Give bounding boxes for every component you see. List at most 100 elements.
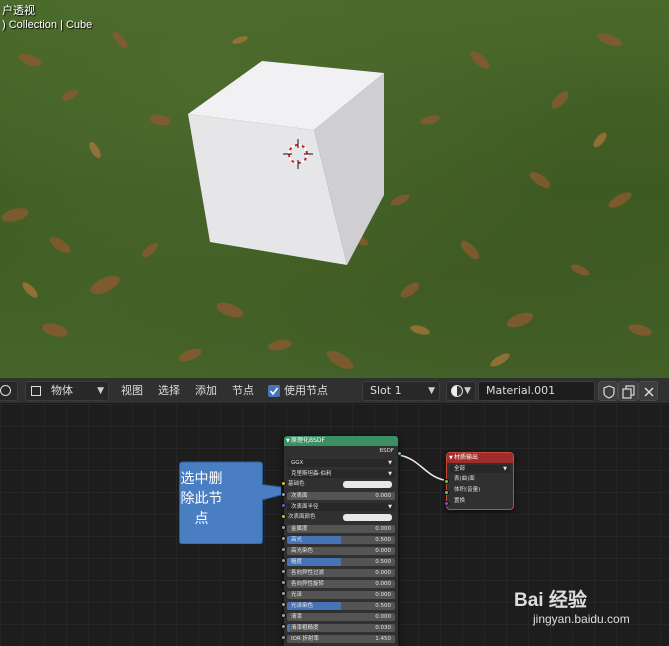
row-value: 0.000 (375, 525, 391, 532)
subsurface-method-select[interactable]: 克里斯坦森-伯利 ▼ (287, 469, 395, 478)
row-label: 高光 (291, 536, 303, 543)
base-color-row: 基础色 (284, 479, 398, 490)
row-label: 高光染色 (291, 547, 314, 554)
menu-add[interactable]: 添加 (195, 381, 217, 401)
surface-input-socket[interactable] (443, 478, 449, 484)
slider-field[interactable]: 高光染色 0.000 (287, 546, 395, 555)
volume-label: 体积(音量) (454, 487, 481, 493)
displacement-input-row: 置换 (447, 496, 513, 507)
chevron-down-icon: ▼ (503, 465, 507, 472)
viewport-collection-label: ) Collection | Cube (2, 19, 93, 31)
material-output-node[interactable]: ▼ 材质输出 全部 ▼ 表(曲)面 体积(音量) 置换 (446, 452, 514, 510)
distribution-select[interactable]: GGX ▼ (287, 458, 395, 467)
copy-icon (622, 385, 635, 399)
input-socket[interactable] (280, 613, 286, 618)
duplicate-material-button[interactable] (618, 381, 638, 401)
input-socket[interactable] (280, 580, 286, 585)
slider-field[interactable]: 次表面 0.000 (287, 491, 395, 500)
slider-field[interactable]: 清漆粗糙度 0.030 (287, 623, 395, 632)
target-select[interactable]: 全部 ▼ (450, 464, 510, 473)
slider-field[interactable]: 光泽染色 0.500 (287, 601, 395, 610)
bsdf-input-row: 糙度 0.500 (284, 556, 398, 567)
slider-field[interactable]: 各向异性旋转 0.000 (287, 579, 395, 588)
callout-text: 选中删 除此节 点 (161, 469, 242, 529)
slider-field[interactable]: IOR 折射率 1.450 (287, 634, 395, 643)
input-socket[interactable] (280, 514, 286, 519)
bsdf-input-row: 次表面颜色 (284, 512, 398, 523)
input-socket[interactable] (280, 635, 286, 640)
shield-icon (603, 385, 615, 399)
slider-field[interactable]: 各向异性过滤 0.000 (287, 568, 395, 577)
slider-fill (287, 623, 291, 632)
row-label: 光泽染色 (291, 602, 314, 609)
volume-input-socket[interactable] (443, 489, 449, 495)
callout-line: 除此节 (180, 491, 223, 507)
slider-field[interactable]: 清漆 0.000 (287, 612, 395, 621)
bsdf-output-socket[interactable] (396, 450, 402, 456)
node-header[interactable]: ▼ 材质输出 (447, 453, 513, 463)
input-socket[interactable] (280, 547, 286, 552)
bsdf-input-row: 清漆粗糙度 0.030 (284, 622, 398, 633)
row-label: 金属度 (291, 525, 308, 532)
bsdf-output-row: BSDF (284, 446, 398, 457)
input-socket[interactable] (280, 624, 286, 629)
volume-input-row: 体积(音量) (447, 485, 513, 496)
bsdf-input-row: 次表面半径 ▼ (284, 501, 398, 512)
material-name-field[interactable]: Material.001 (478, 381, 595, 401)
row-label: IOR 折射率 (291, 635, 320, 642)
watermark-url: jingyan.baidu.com (533, 612, 630, 626)
input-socket[interactable] (280, 558, 286, 563)
slider-field[interactable]: 糙度 0.500 (287, 557, 395, 566)
row-label: 各向异性过滤 (291, 569, 325, 576)
slider-field[interactable]: 光泽 0.000 (287, 590, 395, 599)
bsdf-input-row: 光泽染色 0.500 (284, 600, 398, 611)
input-socket[interactable] (280, 569, 286, 574)
collapse-arrow-icon[interactable]: ▼ (449, 453, 453, 463)
chevron-down-icon: ▼ (388, 470, 392, 477)
distribution-row: GGX ▼ (284, 457, 398, 468)
subsurface-method-value: 克里斯坦森-伯利 (291, 470, 332, 477)
base-color-label: 基础色 (288, 481, 305, 487)
input-socket[interactable] (280, 503, 286, 508)
row-label: 光泽 (291, 591, 303, 598)
menu-node[interactable]: 节点 (232, 381, 254, 401)
node-header[interactable]: ▼ 原理化BSDF (284, 436, 398, 446)
base-color-socket[interactable] (280, 481, 286, 486)
unlink-material-button[interactable] (638, 381, 658, 401)
row-label: 次表面 (291, 492, 308, 499)
collapse-arrow-icon[interactable]: ▼ (286, 436, 290, 446)
input-socket[interactable] (280, 492, 286, 497)
subsurface-method-row: 克里斯坦森-伯利 ▼ (284, 468, 398, 479)
row-value: 1.450 (375, 635, 391, 642)
viewport-title: 户透视 (2, 5, 35, 17)
row-label: 各向异性旋转 (291, 580, 325, 587)
editor-type-button[interactable] (0, 381, 18, 401)
surface-input-row: 表(曲)面 (447, 474, 513, 485)
input-socket[interactable] (280, 591, 286, 596)
node-editor-header: 物体 ▼ 视图 选择 添加 节点 使用节点 Slot 1 ▼ ▼ Materia… (0, 378, 669, 404)
slider-field[interactable]: 金属度 0.000 (287, 524, 395, 533)
material-sphere-icon (451, 385, 463, 397)
use-nodes-checkbox[interactable] (268, 385, 280, 397)
menu-select[interactable]: 选择 (158, 381, 180, 401)
principled-bsdf-node[interactable]: ▼ 原理化BSDF BSDF GGX ▼ 克里斯坦森-伯利 ▼ 基础色 次表面 … (283, 435, 399, 646)
input-socket[interactable] (280, 525, 286, 530)
subsurface-radius-select[interactable]: 次表面半径 ▼ (287, 502, 395, 511)
material-name: Material.001 (486, 384, 556, 397)
row-value: 0.000 (375, 547, 391, 554)
base-color-swatch[interactable] (343, 481, 392, 488)
fake-user-button[interactable] (598, 381, 618, 401)
slot-select[interactable]: Slot 1 ▼ (362, 381, 440, 401)
material-browse-button[interactable]: ▼ (446, 381, 476, 401)
row-value: 0.000 (375, 613, 391, 620)
slider-field[interactable]: 高光 0.500 (287, 535, 395, 544)
row-value: 0.000 (375, 580, 391, 587)
3d-viewport[interactable]: 户透视 ) Collection | Cube (0, 0, 669, 378)
cube-object[interactable] (188, 61, 384, 265)
input-socket[interactable] (280, 536, 286, 541)
menu-view[interactable]: 视图 (121, 381, 143, 401)
displacement-input-socket[interactable] (443, 500, 449, 506)
subsurface-color-swatch[interactable] (343, 514, 392, 521)
input-socket[interactable] (280, 602, 286, 607)
mode-select[interactable]: 物体 ▼ (25, 381, 109, 401)
